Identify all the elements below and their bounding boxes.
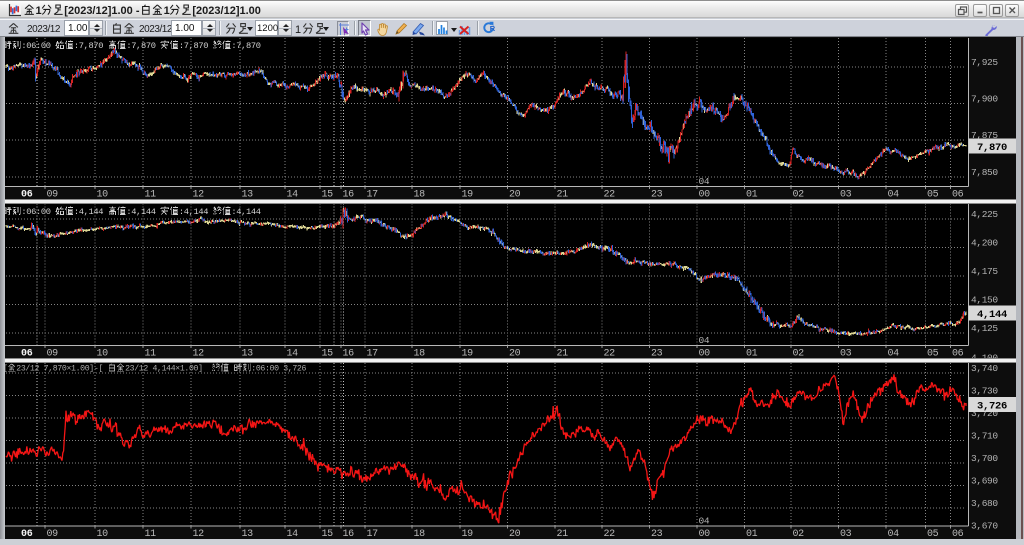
svg-text:23: 23 — [651, 189, 663, 200]
svg-text:3,726: 3,726 — [977, 400, 1007, 412]
svg-text:10: 10 — [97, 189, 109, 200]
svg-text:22: 22 — [604, 189, 616, 200]
svg-text:16: 16 — [343, 189, 355, 200]
svg-text:20: 20 — [509, 348, 521, 359]
svg-text::4,144: :4,144 — [179, 207, 208, 217]
svg-text::4,144: :4,144 — [74, 207, 103, 217]
svg-text::7,870: :7,870 — [74, 41, 103, 51]
svg-text:13: 13 — [242, 189, 254, 200]
svg-text:3,710: 3,710 — [971, 431, 998, 442]
svg-text:04: 04 — [888, 189, 900, 200]
svg-text:06: 06 — [952, 348, 964, 359]
svg-text:11: 11 — [145, 348, 157, 359]
svg-text:01: 01 — [746, 189, 758, 200]
svg-text:12: 12 — [193, 189, 205, 200]
svg-text:22: 22 — [604, 348, 616, 359]
svg-text:05: 05 — [927, 189, 939, 200]
svg-text:18: 18 — [414, 189, 426, 200]
svg-text:4,150: 4,150 — [971, 295, 998, 306]
svg-text:23/12 4,144×1.00]: 23/12 4,144×1.00] — [125, 364, 203, 374]
svg-text:4,125: 4,125 — [971, 323, 998, 334]
svg-text:3,680: 3,680 — [971, 498, 998, 509]
svg-text:09: 09 — [47, 348, 59, 359]
svg-text:00: 00 — [699, 189, 711, 200]
svg-text:7,850: 7,850 — [971, 167, 998, 178]
svg-text:04: 04 — [699, 335, 710, 346]
svg-text:3,690: 3,690 — [971, 476, 998, 487]
svg-text::7,870: :7,870 — [179, 41, 208, 51]
svg-text:4,175: 4,175 — [971, 266, 998, 277]
svg-text:10: 10 — [97, 348, 109, 359]
svg-text:06: 06 — [952, 189, 964, 200]
svg-text:15: 15 — [322, 348, 334, 359]
svg-text:16: 16 — [343, 348, 355, 359]
svg-text::7,870: :7,870 — [231, 41, 260, 51]
svg-text:09: 09 — [47, 189, 59, 200]
svg-text:15: 15 — [322, 189, 334, 200]
svg-text:4,200: 4,200 — [971, 238, 998, 249]
svg-text:04: 04 — [888, 348, 900, 359]
svg-text:13: 13 — [242, 348, 254, 359]
svg-text:21: 21 — [557, 348, 569, 359]
svg-text::06:00: :06:00 — [21, 207, 50, 217]
svg-text:7,925: 7,925 — [971, 57, 998, 68]
svg-text:04: 04 — [699, 516, 710, 527]
svg-text::4,144: :4,144 — [231, 207, 260, 217]
svg-text::7,870: :7,870 — [126, 41, 155, 51]
svg-text:4,225: 4,225 — [971, 209, 998, 220]
svg-text:19: 19 — [462, 348, 474, 359]
svg-text::06:00 3,726: :06:00 3,726 — [251, 365, 306, 374]
svg-text:3,670: 3,670 — [971, 521, 998, 532]
svg-text:02: 02 — [793, 348, 805, 359]
svg-text:7,870: 7,870 — [977, 142, 1007, 154]
svg-text:05: 05 — [927, 348, 939, 359]
svg-text::4,144: :4,144 — [126, 207, 155, 217]
svg-text:7,900: 7,900 — [971, 94, 998, 105]
svg-text:4,144: 4,144 — [977, 309, 1007, 321]
svg-text:20: 20 — [509, 189, 521, 200]
svg-text:19: 19 — [462, 189, 474, 200]
svg-text:23/12 7,870×1.00]-[: 23/12 7,870×1.00]-[ — [16, 364, 103, 374]
svg-text:06: 06 — [21, 348, 33, 359]
svg-text:12: 12 — [193, 348, 205, 359]
svg-text:3,700: 3,700 — [971, 453, 998, 464]
svg-text:17: 17 — [367, 348, 379, 359]
svg-text:14: 14 — [287, 189, 299, 200]
svg-text:00: 00 — [699, 348, 711, 359]
svg-text:01: 01 — [746, 348, 758, 359]
svg-text:21: 21 — [557, 189, 569, 200]
svg-text:11: 11 — [145, 189, 157, 200]
svg-text::06:00: :06:00 — [21, 41, 50, 51]
svg-text:02: 02 — [793, 189, 805, 200]
svg-text:03: 03 — [840, 189, 852, 200]
svg-text:14: 14 — [287, 348, 299, 359]
svg-text:17: 17 — [367, 189, 379, 200]
svg-text:3,730: 3,730 — [971, 386, 998, 397]
svg-text:23: 23 — [651, 348, 663, 359]
svg-text:06: 06 — [21, 189, 33, 200]
svg-text:04: 04 — [699, 176, 710, 187]
svg-text:18: 18 — [414, 348, 426, 359]
svg-text:3,740: 3,740 — [971, 363, 998, 374]
svg-text:03: 03 — [840, 348, 852, 359]
